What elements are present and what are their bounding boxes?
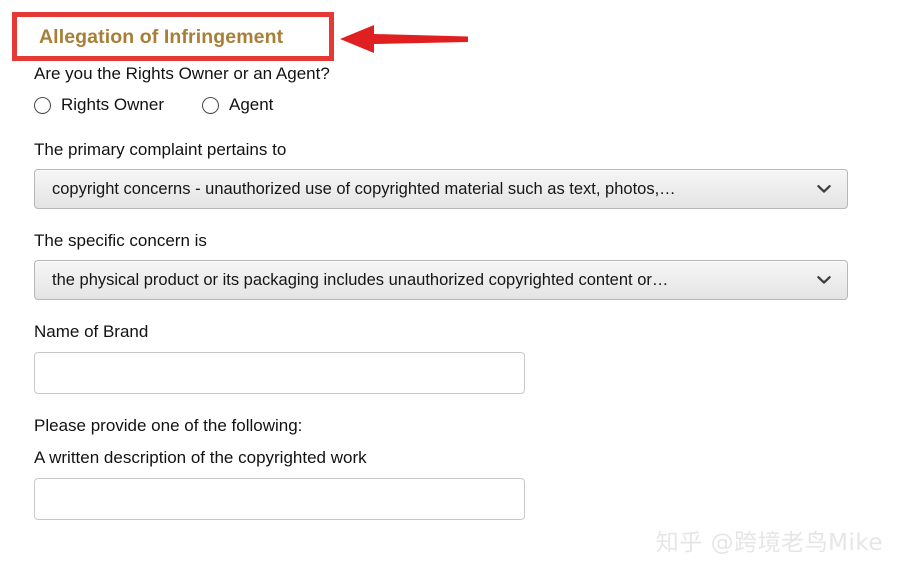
radio-option-agent[interactable]: Agent xyxy=(201,95,274,115)
owner-radio-group: Rights Owner Agent xyxy=(34,92,884,118)
primary-complaint-select[interactable]: copyright concerns - unauthorized use of… xyxy=(34,169,848,209)
provide-one-label: Please provide one of the following: xyxy=(34,416,303,435)
primary-complaint-label: The primary complaint pertains to xyxy=(34,140,287,159)
brand-name-group: Name of Brand xyxy=(34,320,884,394)
provide-one-group: Please provide one of the following: A w… xyxy=(34,414,884,520)
written-description-label: A written description of the copyrighted… xyxy=(34,448,367,467)
radio-circle-rights-owner[interactable] xyxy=(34,96,51,114)
radio-label-agent: Agent xyxy=(228,95,274,114)
watermark: 知乎 @跨境老鸟Mike xyxy=(655,530,883,556)
specific-concern-label: The specific concern is xyxy=(34,231,207,250)
owner-question-label: Are you the Rights Owner or an Agent? xyxy=(34,64,330,83)
brand-name-label: Name of Brand xyxy=(34,322,149,341)
title-highlight-box: Allegation of Infringement xyxy=(12,12,334,61)
radio-circle-agent[interactable] xyxy=(201,96,219,114)
written-description-input[interactable] xyxy=(34,478,525,520)
radio-label-rights-owner: Rights Owner xyxy=(61,95,164,114)
primary-complaint-value: copyright concerns - unauthorized use of… xyxy=(52,179,676,198)
chevron-down-icon xyxy=(817,276,831,284)
page-title: Allegation of Infringement xyxy=(39,26,284,48)
specific-concern-select[interactable]: the physical product or its packaging in… xyxy=(34,260,848,300)
specific-concern-value: the physical product or its packaging in… xyxy=(52,270,669,289)
specific-concern-group: The specific concern is the physical pro… xyxy=(34,229,884,300)
brand-name-input[interactable] xyxy=(34,352,525,394)
primary-complaint-group: The primary complaint pertains to copyri… xyxy=(34,138,884,209)
left-arrow-icon xyxy=(340,25,468,53)
infringement-form: Are you the Rights Owner or an Agent? Ri… xyxy=(34,62,884,520)
owner-question-group: Are you the Rights Owner or an Agent? Ri… xyxy=(34,62,884,118)
radio-option-rights-owner[interactable]: Rights Owner xyxy=(34,95,164,115)
chevron-down-icon xyxy=(817,185,831,193)
